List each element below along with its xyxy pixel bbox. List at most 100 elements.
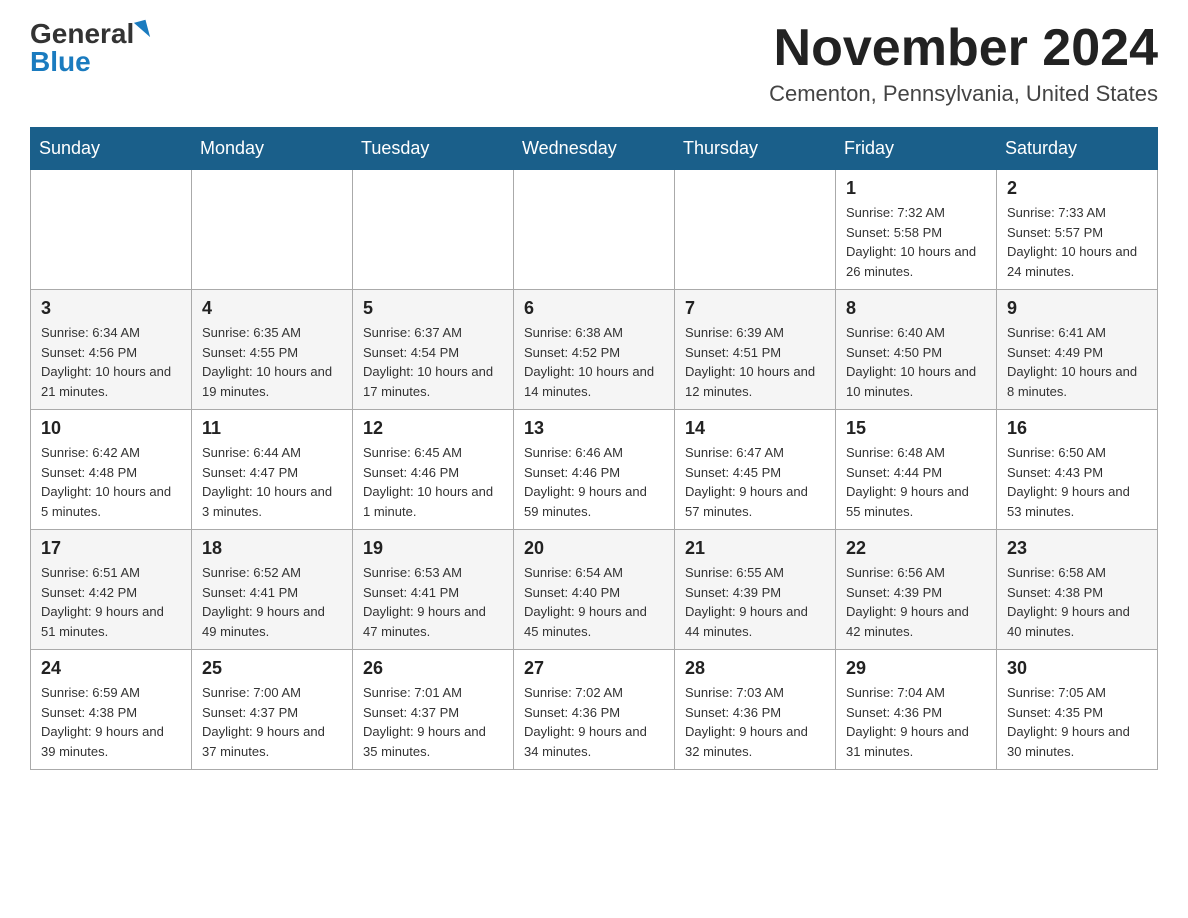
day-info: Sunrise: 6:54 AM xyxy=(524,563,664,583)
day-of-week-wednesday: Wednesday xyxy=(514,128,675,170)
calendar-cell: 12Sunrise: 6:45 AMSunset: 4:46 PMDayligh… xyxy=(353,410,514,530)
day-info: Daylight: 9 hours and 30 minutes. xyxy=(1007,722,1147,761)
logo-blue-text: Blue xyxy=(30,48,91,76)
month-title: November 2024 xyxy=(769,20,1158,77)
calendar-cell: 10Sunrise: 6:42 AMSunset: 4:48 PMDayligh… xyxy=(31,410,192,530)
calendar-cell: 28Sunrise: 7:03 AMSunset: 4:36 PMDayligh… xyxy=(675,650,836,770)
day-number: 17 xyxy=(41,538,181,559)
day-info: Sunset: 4:37 PM xyxy=(363,703,503,723)
calendar-cell: 23Sunrise: 6:58 AMSunset: 4:38 PMDayligh… xyxy=(997,530,1158,650)
day-info: Daylight: 10 hours and 8 minutes. xyxy=(1007,362,1147,401)
calendar-cell: 19Sunrise: 6:53 AMSunset: 4:41 PMDayligh… xyxy=(353,530,514,650)
day-info: Sunset: 4:51 PM xyxy=(685,343,825,363)
calendar-week-row: 10Sunrise: 6:42 AMSunset: 4:48 PMDayligh… xyxy=(31,410,1158,530)
day-number: 28 xyxy=(685,658,825,679)
day-number: 25 xyxy=(202,658,342,679)
day-info: Sunset: 4:39 PM xyxy=(685,583,825,603)
day-number: 3 xyxy=(41,298,181,319)
day-number: 19 xyxy=(363,538,503,559)
calendar-cell: 15Sunrise: 6:48 AMSunset: 4:44 PMDayligh… xyxy=(836,410,997,530)
day-number: 24 xyxy=(41,658,181,679)
day-info: Sunrise: 7:01 AM xyxy=(363,683,503,703)
calendar-cell: 29 Sunrise: 7:04 AMSunset: 4:36 PMDayligh… xyxy=(836,650,997,770)
day-number: 26 xyxy=(363,658,503,679)
day-info: Sunrise: 6:50 AM xyxy=(1007,443,1147,463)
calendar-cell: 30Sunrise: 7:05 AMSunset: 4:35 PMDayligh… xyxy=(997,650,1158,770)
calendar-cell: 24Sunrise: 6:59 AMSunset: 4:38 PMDayligh… xyxy=(31,650,192,770)
day-info: Sunrise: 6:52 AM xyxy=(202,563,342,583)
day-info: Sunrise: 6:37 AM xyxy=(363,323,503,343)
day-info: Sunset: 4:52 PM xyxy=(524,343,664,363)
day-number: 15 xyxy=(846,418,986,439)
day-info: Daylight: 9 hours and 35 minutes. xyxy=(363,722,503,761)
day-info: Daylight: 9 hours and 57 minutes. xyxy=(685,482,825,521)
calendar-cell: 6Sunrise: 6:38 AMSunset: 4:52 PMDaylight… xyxy=(514,290,675,410)
day-info: Daylight: 10 hours and 14 minutes. xyxy=(524,362,664,401)
day-info: Sunset: 4:50 PM xyxy=(846,343,986,363)
day-number: 18 xyxy=(202,538,342,559)
day-info: Daylight: 9 hours and 53 minutes. xyxy=(1007,482,1147,521)
day-info: Sunrise: 6:47 AM xyxy=(685,443,825,463)
day-info: Sunset: 4:36 PM xyxy=(846,703,986,723)
day-info: Sunrise: 6:34 AM xyxy=(41,323,181,343)
day-info: Sunrise: 6:53 AM xyxy=(363,563,503,583)
calendar-cell: 11Sunrise: 6:44 AMSunset: 4:47 PMDayligh… xyxy=(192,410,353,530)
day-info: Sunset: 4:35 PM xyxy=(1007,703,1147,723)
day-of-week-monday: Monday xyxy=(192,128,353,170)
calendar-cell: 25Sunrise: 7:00 AMSunset: 4:37 PMDayligh… xyxy=(192,650,353,770)
calendar-cell: 14Sunrise: 6:47 AMSunset: 4:45 PMDayligh… xyxy=(675,410,836,530)
day-info: Sunrise: 6:45 AM xyxy=(363,443,503,463)
calendar-cell: 18Sunrise: 6:52 AMSunset: 4:41 PMDayligh… xyxy=(192,530,353,650)
day-info: Sunset: 4:54 PM xyxy=(363,343,503,363)
header: General Blue November 2024 Cementon, Pen… xyxy=(30,20,1158,107)
day-info: Sunset: 5:58 PM xyxy=(846,223,986,243)
calendar-cell: 16Sunrise: 6:50 AMSunset: 4:43 PMDayligh… xyxy=(997,410,1158,530)
day-info: Sunrise: 7:32 AM xyxy=(846,203,986,223)
calendar-cell: 13Sunrise: 6:46 AMSunset: 4:46 PMDayligh… xyxy=(514,410,675,530)
day-info: Sunrise: 6:38 AM xyxy=(524,323,664,343)
calendar-cell xyxy=(675,170,836,290)
calendar-cell xyxy=(353,170,514,290)
day-number: 4 xyxy=(202,298,342,319)
calendar-cell: 2Sunrise: 7:33 AMSunset: 5:57 PMDaylight… xyxy=(997,170,1158,290)
day-number: 9 xyxy=(1007,298,1147,319)
calendar-cell: 17Sunrise: 6:51 AMSunset: 4:42 PMDayligh… xyxy=(31,530,192,650)
calendar-cell xyxy=(192,170,353,290)
day-info: Sunset: 4:41 PM xyxy=(202,583,342,603)
day-info: Sunset: 4:55 PM xyxy=(202,343,342,363)
calendar-header-row: SundayMondayTuesdayWednesdayThursdayFrid… xyxy=(31,128,1158,170)
day-info: Daylight: 9 hours and 47 minutes. xyxy=(363,602,503,641)
calendar-cell: 5Sunrise: 6:37 AMSunset: 4:54 PMDaylight… xyxy=(353,290,514,410)
calendar-cell: 22Sunrise: 6:56 AMSunset: 4:39 PMDayligh… xyxy=(836,530,997,650)
day-info: Sunrise: 6:59 AM xyxy=(41,683,181,703)
day-info: Daylight: 9 hours and 44 minutes. xyxy=(685,602,825,641)
day-info: Sunrise: 6:41 AM xyxy=(1007,323,1147,343)
day-number: 20 xyxy=(524,538,664,559)
day-info: Daylight: 10 hours and 26 minutes. xyxy=(846,242,986,281)
calendar-cell: 20Sunrise: 6:54 AMSunset: 4:40 PMDayligh… xyxy=(514,530,675,650)
day-info: Daylight: 9 hours and 55 minutes. xyxy=(846,482,986,521)
logo-general-text: General xyxy=(30,20,134,48)
day-info: Sunset: 4:36 PM xyxy=(524,703,664,723)
day-number: 1 xyxy=(846,178,986,199)
calendar-cell: 1 Sunrise: 7:32 AMSunset: 5:58 PMDaylight… xyxy=(836,170,997,290)
day-info: Sunrise: 6:39 AM xyxy=(685,323,825,343)
day-info: Daylight: 10 hours and 19 minutes. xyxy=(202,362,342,401)
calendar-cell: 21Sunrise: 6:55 AMSunset: 4:39 PMDayligh… xyxy=(675,530,836,650)
calendar-cell: 3Sunrise: 6:34 AMSunset: 4:56 PMDaylight… xyxy=(31,290,192,410)
day-info: Sunset: 4:36 PM xyxy=(685,703,825,723)
day-info: Sunset: 4:38 PM xyxy=(41,703,181,723)
day-number: 30 xyxy=(1007,658,1147,679)
day-info: Daylight: 10 hours and 1 minute. xyxy=(363,482,503,521)
day-number: 29 xyxy=(846,658,986,679)
day-info: Sunrise: 7:04 AM xyxy=(846,683,986,703)
day-info: Sunset: 4:39 PM xyxy=(846,583,986,603)
day-info: Sunrise: 7:00 AM xyxy=(202,683,342,703)
day-info: Sunset: 4:56 PM xyxy=(41,343,181,363)
day-info: Daylight: 9 hours and 31 minutes. xyxy=(846,722,986,761)
day-number: 14 xyxy=(685,418,825,439)
calendar-week-row: 24 Sunrise: 6:59 AMSunset: 4:38 PM Dayligh… xyxy=(31,650,1158,770)
day-number: 16 xyxy=(1007,418,1147,439)
day-info: Sunrise: 6:55 AM xyxy=(685,563,825,583)
calendar: SundayMondayTuesdayWednesdayThursdayFrid… xyxy=(30,127,1158,770)
